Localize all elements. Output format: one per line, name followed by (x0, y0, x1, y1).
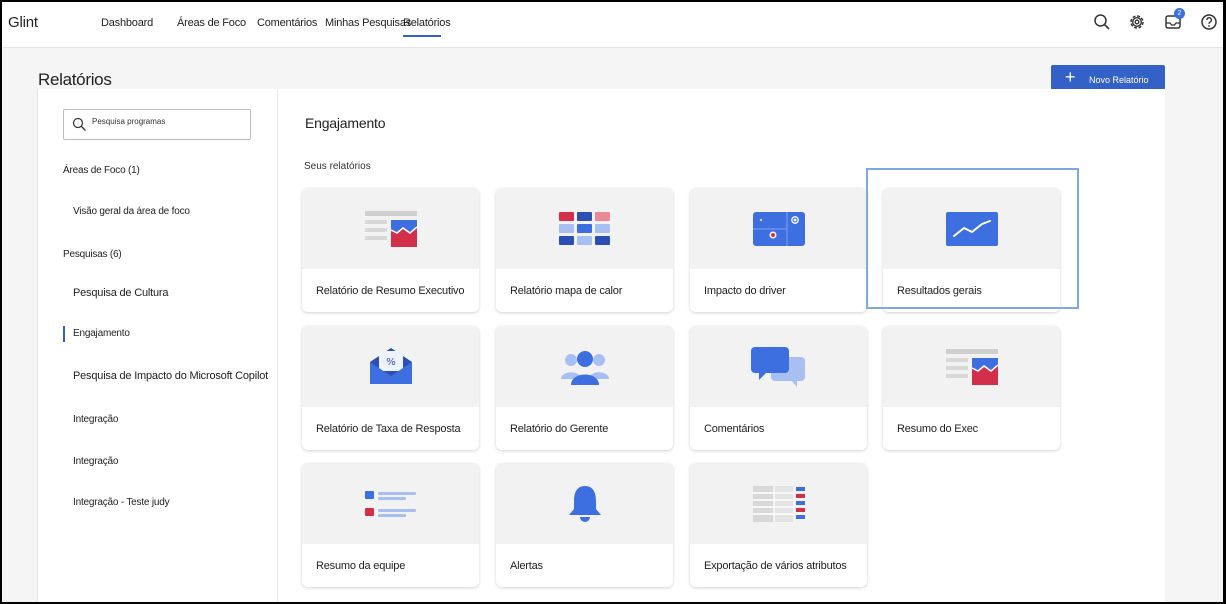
page-title: Relatórios (38, 70, 112, 89)
search-placeholder: Pesquisa programas (92, 117, 166, 126)
app-logo[interactable]: Glint (8, 14, 38, 31)
program-search-input[interactable]: Pesquisa programas (63, 109, 251, 140)
sidebar-item-copilot-survey[interactable]: Pesquisa de Impacto do Microsoft Copilot (73, 370, 268, 382)
nav-my-surveys[interactable]: Minhas Pesquisas (325, 17, 411, 29)
sidebar-item-onboarding-1[interactable]: Integração (73, 414, 118, 425)
report-tile-driver-impact[interactable]: Impacto do driver (690, 188, 867, 312)
report-tile-comments[interactable]: Comentários (690, 326, 867, 450)
selected-tile-highlight (866, 168, 1079, 309)
report-tile-exec-summary[interactable]: Relatório de Resumo Executivo (302, 188, 479, 312)
exec-summary-icon (945, 348, 998, 385)
app-window: Glint Dashboard Áreas de Foco Comentário… (2, 2, 1223, 602)
gear-icon[interactable] (1127, 12, 1147, 32)
nav-focus-areas[interactable]: Áreas de Foco (177, 17, 246, 29)
report-tile-response-rate[interactable]: % Relatório de Taxa de Resposta (302, 326, 479, 450)
nav-dashboard[interactable]: Dashboard (101, 17, 153, 29)
tile-label: Impacto do driver (704, 285, 786, 297)
inbox-count-badge: 2 (1174, 8, 1185, 19)
tile-label: Relatório do Gerente (510, 423, 609, 435)
report-tile-manager[interactable]: Relatório do Gerente (496, 326, 673, 450)
surveys-heading: Pesquisas (6) (63, 249, 122, 260)
comments-icon (750, 346, 805, 387)
your-reports-heading: Seus relatórios (304, 161, 371, 172)
team-summary-icon (364, 490, 416, 517)
report-tile-alerts[interactable]: Alertas (496, 463, 673, 587)
new-report-button[interactable]: + Novo Relatório (1051, 65, 1165, 90)
svg-text:%: % (386, 357, 396, 368)
nav-active-indicator (403, 35, 441, 37)
sidebar-active-indicator (63, 326, 65, 342)
report-tile-heatmap[interactable]: Relatório mapa de calor (496, 188, 673, 312)
new-report-label: Novo Relatório (1089, 75, 1149, 85)
section-title: Engajamento (305, 115, 386, 131)
program-sidebar: Pesquisa programas Áreas de Foco (1) Vis… (38, 89, 278, 602)
exec-summary-icon (364, 210, 417, 247)
nav-comments[interactable]: Comentários (257, 17, 317, 29)
report-tile-multi-attribute-export[interactable]: Exportação de vários atributos (690, 463, 867, 587)
tile-label: Alertas (510, 560, 543, 572)
top-nav-bar: Glint Dashboard Áreas de Foco Comentário… (2, 2, 1223, 48)
tile-label: Resumo do Exec (897, 423, 978, 435)
sidebar-item-engagement[interactable]: Engajamento (73, 328, 130, 339)
response-rate-icon: % (369, 347, 412, 384)
help-icon[interactable] (1199, 12, 1219, 32)
sidebar-item-focus-overview[interactable]: Visão geral da área de foco (73, 206, 190, 217)
tile-label: Comentários (704, 423, 765, 435)
tile-label: Relatório de Taxa de Resposta (316, 423, 461, 435)
search-icon[interactable] (1092, 12, 1112, 32)
tile-label: Exportação de vários atributos (704, 560, 847, 572)
tile-label: Resumo da equipe (316, 560, 406, 572)
sidebar-item-onboarding-judy[interactable]: Integração - Teste judy (73, 497, 170, 508)
report-tile-team-summary[interactable]: Resumo da equipe (302, 463, 479, 587)
nav-reports[interactable]: Relatórios (403, 17, 451, 29)
tile-label: Relatório de Resumo Executivo (316, 285, 465, 297)
plus-icon: + (1065, 67, 1076, 87)
manager-group-icon (560, 350, 609, 385)
tile-label: Relatório mapa de calor (510, 285, 623, 297)
sidebar-item-onboarding-2[interactable]: Integração (73, 456, 118, 467)
focus-areas-heading: Áreas de Foco (1) (63, 165, 140, 176)
multi-attribute-export-icon (752, 485, 805, 522)
report-tile-exec-summary-2[interactable]: Resumo do Exec (883, 326, 1060, 450)
search-icon (72, 117, 86, 131)
sidebar-item-culture-survey[interactable]: Pesquisa de Cultura (73, 287, 168, 299)
bell-icon (568, 485, 601, 522)
driver-impact-icon (752, 211, 805, 246)
heatmap-icon (558, 211, 610, 245)
